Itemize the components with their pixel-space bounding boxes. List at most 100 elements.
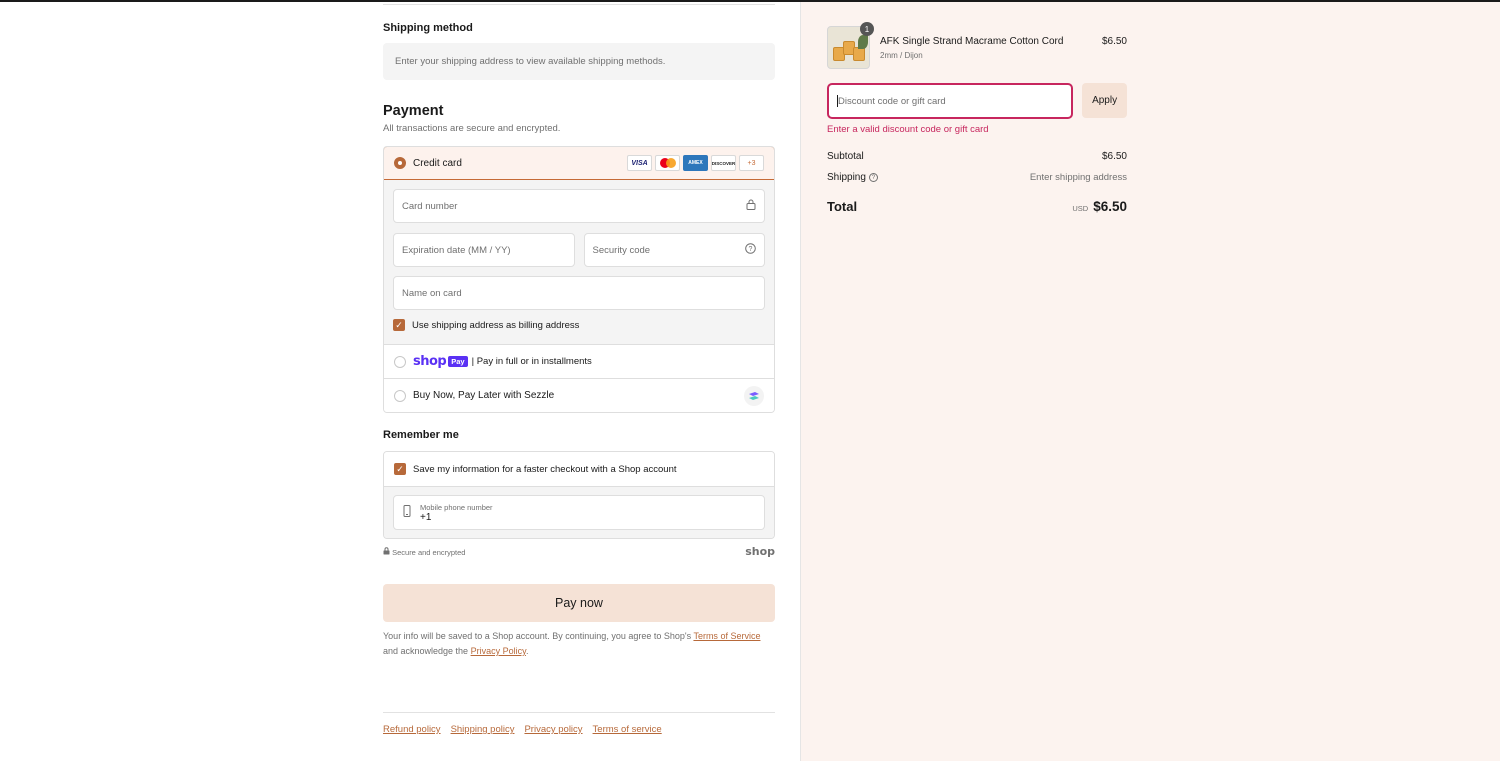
shop-pay-badge: Pay (448, 356, 468, 367)
terms-of-service-footer-link[interactable]: Terms of service (593, 724, 662, 735)
pay-now-button[interactable]: Pay now (383, 584, 775, 622)
visa-icon: VISA (627, 155, 652, 171)
secure-row: Secure and encrypted shop (383, 545, 775, 558)
save-info-row[interactable]: ✓ Save my information for a faster check… (384, 452, 774, 486)
total-label: Total (827, 199, 858, 214)
product-thumbnail: 1 (827, 22, 874, 69)
secure-text-wrap: Secure and encrypted (383, 546, 466, 557)
mastercard-icon (655, 155, 680, 171)
legal-text: Your info will be saved to a Shop accoun… (383, 629, 775, 659)
discount-error: Enter a valid discount code or gift card (827, 124, 989, 135)
payment-option-shop-pay[interactable]: shop Pay | Pay in full or in installment… (384, 344, 774, 378)
svg-text:?: ? (749, 246, 753, 253)
summary-product: 1 AFK Single Strand Macrame Cotton Cord … (827, 22, 1127, 69)
amex-icon: AMEX (683, 155, 708, 171)
phone-label: Mobile phone number (420, 502, 493, 512)
terms-of-service-link[interactable]: Terms of Service (693, 631, 760, 641)
more-cards-badge: +3 (739, 155, 764, 171)
payment-heading: Payment (383, 103, 444, 119)
summary-totals: Subtotal $6.50 Shipping? Enter shipping … (827, 151, 1127, 214)
credit-card-fields: Card number Expiration date (MM / YY) Se… (384, 180, 774, 344)
card-brands: VISA AMEX DISCOVER +3 (627, 155, 764, 171)
remember-me-section: Remember me ✓ Save my information for a … (383, 429, 775, 558)
billing-same-checkbox-row[interactable]: ✓ Use shipping address as billing addres… (393, 310, 765, 340)
expiration-date-field[interactable]: Expiration date (MM / YY) (393, 233, 575, 267)
sezzle-radio[interactable] (394, 389, 406, 402)
shipping-row: Shipping? Enter shipping address (827, 172, 1127, 183)
discover-icon: DISCOVER (711, 155, 736, 171)
footer: Refund policy Shipping policy Privacy po… (383, 712, 775, 735)
credit-card-radio[interactable] (394, 157, 406, 169)
legal-text-part1: Your info will be saved to a Shop accoun… (383, 631, 694, 641)
remember-me-heading: Remember me (383, 429, 459, 441)
pay-action: Pay now Your info will be saved to a Sho… (383, 584, 775, 659)
name-on-card-field[interactable]: Name on card (393, 276, 765, 310)
shop-pay-radio[interactable] (394, 355, 406, 368)
billing-same-checkbox[interactable]: ✓ (393, 319, 405, 331)
phone-value: +1 (420, 511, 432, 523)
payment-options: Credit card VISA AMEX DISCOVER +3 Card n… (383, 146, 775, 413)
legal-text-part3: . (525, 646, 529, 656)
save-info-checkbox[interactable]: ✓ (394, 463, 406, 475)
refund-policy-link[interactable]: Refund policy (383, 724, 441, 735)
product-name: AFK Single Strand Macrame Cotton Cord (880, 36, 1064, 47)
shipping-method-notice: Enter your shipping address to view avai… (383, 43, 775, 80)
secure-text: Secure and encrypted (392, 547, 466, 557)
quantity-badge: 1 (860, 22, 874, 36)
security-code-field[interactable]: Security code ? (583, 233, 765, 267)
help-icon[interactable]: ? (745, 243, 756, 257)
total-value: $6.50 (1093, 199, 1127, 214)
billing-same-label: Use shipping address as billing address (412, 319, 580, 331)
footer-divider (383, 712, 775, 713)
privacy-policy-link[interactable]: Privacy Policy (471, 646, 526, 656)
footer-links: Refund policy Shipping policy Privacy po… (383, 724, 775, 735)
shipping-value: Enter shipping address (1029, 172, 1127, 183)
shipping-policy-link[interactable]: Shipping policy (451, 724, 515, 735)
shipping-label-wrap: Shipping? (827, 172, 878, 183)
card-number-placeholder: Card number (402, 200, 458, 212)
payment-option-credit-card[interactable]: Credit card VISA AMEX DISCOVER +3 (384, 147, 774, 180)
sezzle-label: Buy Now, Pay Later with Sezzle (413, 390, 555, 401)
total-currency: USD (1072, 204, 1089, 213)
mobile-phone-field[interactable]: Mobile phone number +1 (393, 495, 765, 530)
line-item: 1 AFK Single Strand Macrame Cotton Cord … (827, 22, 1127, 69)
shipping-label: Shipping (827, 172, 866, 183)
payment-section: Payment All transactions are secure and … (383, 103, 775, 413)
card-number-field[interactable]: Card number (393, 189, 765, 223)
shop-logo: shop (745, 545, 775, 558)
small-lock-icon (383, 546, 392, 557)
payment-option-sezzle[interactable]: Buy Now, Pay Later with Sezzle (384, 378, 774, 412)
phone-section: Mobile phone number +1 (384, 486, 774, 538)
phone-icon (403, 505, 411, 520)
security-code-placeholder: Security code (592, 244, 651, 256)
save-info-label: Save my information for a faster checkou… (413, 463, 677, 475)
subtotal-value: $6.50 (1101, 151, 1127, 162)
payment-subheading: All transactions are secure and encrypte… (383, 123, 561, 134)
sezzle-icon (744, 385, 764, 406)
shipping-method-section: Shipping method Enter your shipping addr… (383, 22, 775, 80)
shipping-help-icon[interactable]: ? (868, 172, 878, 182)
shop-pay-logo: shop (413, 354, 447, 369)
product-price: $6.50 (1101, 36, 1127, 47)
name-on-card-placeholder: Name on card (402, 287, 462, 299)
total-amount-wrap: USD $6.50 (1072, 199, 1127, 214)
subtotal-label: Subtotal (827, 151, 864, 162)
legal-text-part2: and acknowledge the (383, 646, 471, 656)
credit-card-label: Credit card (413, 157, 462, 169)
shop-pay-label: | Pay in full or in installments (471, 356, 592, 367)
product-info: AFK Single Strand Macrame Cotton Cord 2m… (870, 26, 1063, 60)
order-summary: 1 AFK Single Strand Macrame Cotton Cord … (800, 2, 1500, 761)
discount-section: Discount code or gift card Apply Enter a… (827, 83, 1127, 135)
discount-code-input[interactable]: Discount code or gift card (827, 83, 1074, 119)
discount-placeholder: Discount code or gift card (838, 95, 946, 107)
remember-me-box: ✓ Save my information for a faster check… (383, 451, 775, 539)
product-variant: 2mm / Dijon (880, 51, 923, 60)
apply-discount-button[interactable]: Apply (1082, 83, 1127, 118)
shipping-method-heading: Shipping method (383, 22, 473, 34)
expiration-placeholder: Expiration date (MM / YY) (402, 244, 511, 256)
privacy-policy-footer-link[interactable]: Privacy policy (524, 724, 582, 735)
total-row: Total USD $6.50 (827, 199, 1127, 214)
lock-icon (746, 199, 756, 213)
subtotal-row: Subtotal $6.50 (827, 151, 1127, 162)
checkout-main: Shipping method Enter your shipping addr… (0, 2, 800, 761)
